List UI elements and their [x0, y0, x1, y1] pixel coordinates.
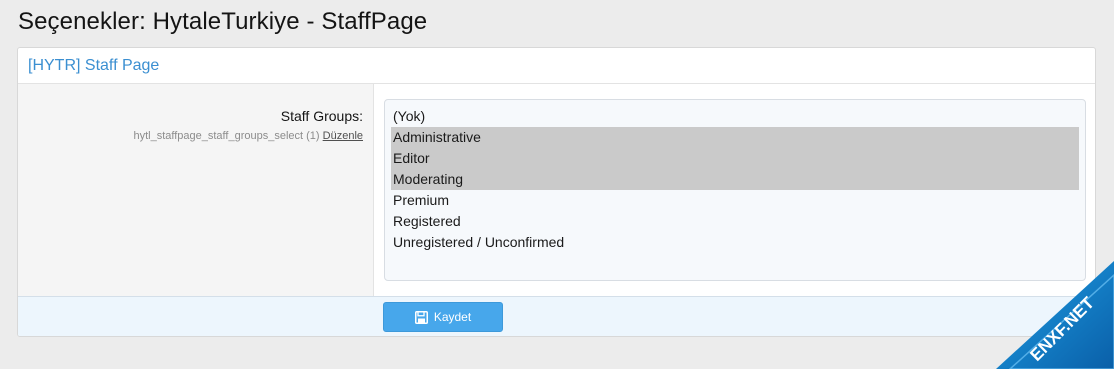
edit-link[interactable]: Düzenle [323, 130, 363, 142]
watermark-logo: ENXF.NET [996, 261, 1114, 369]
select-option[interactable]: Registered [391, 211, 1079, 232]
option-label-cell: Staff Groups: hytl_staffpage_staff_group… [18, 84, 374, 296]
options-block: [HYTR] Staff Page Staff Groups: hytl_sta… [17, 47, 1096, 337]
save-icon [414, 310, 428, 324]
select-option[interactable]: (Yok) [391, 106, 1079, 127]
option-id: hytl_staffpage_staff_groups_select (1) [133, 130, 320, 142]
option-hint: hytl_staffpage_staff_groups_select (1) D… [18, 130, 363, 142]
select-option[interactable]: Administrative [391, 127, 1079, 148]
option-row: Staff Groups: hytl_staffpage_staff_group… [18, 84, 1095, 297]
select-option[interactable]: Unregistered / Unconfirmed [391, 232, 1079, 253]
save-button[interactable]: Kaydet [383, 302, 503, 332]
save-button-label: Kaydet [433, 310, 472, 324]
select-option[interactable]: Editor [391, 148, 1079, 169]
form-footer: Kaydet [18, 297, 1095, 336]
watermark-triangle [996, 261, 1114, 369]
block-title: [HYTR] Staff Page [18, 48, 1095, 84]
page-title: Seçenekler: HytaleTurkiye - StaffPage [18, 8, 428, 35]
staff-groups-select[interactable]: (Yok) Administrative Editor Moderating P… [384, 99, 1086, 281]
select-option[interactable]: Moderating [391, 169, 1079, 190]
option-label: Staff Groups: [280, 108, 363, 124]
select-option[interactable]: Premium [391, 190, 1079, 211]
